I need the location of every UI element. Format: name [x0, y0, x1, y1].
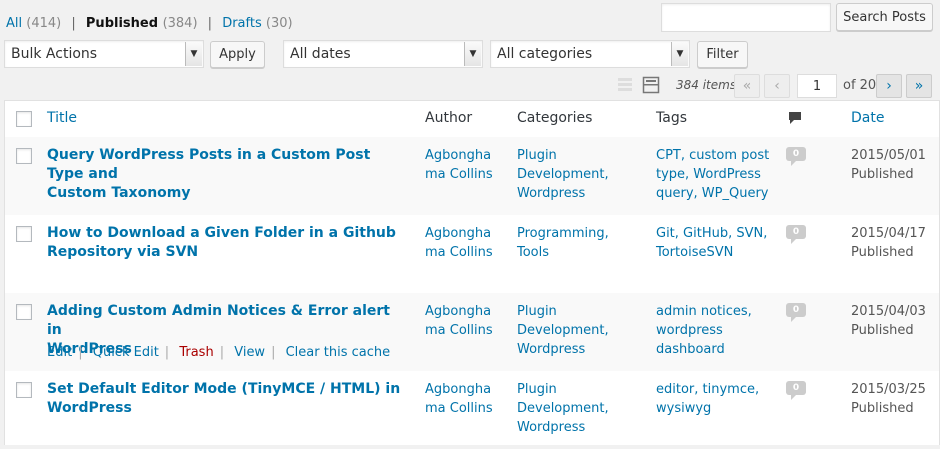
dates-select[interactable]: All dates ▼ — [283, 40, 483, 68]
post-tags[interactable]: admin notices, wordpress dashboard — [656, 302, 781, 359]
comment-count-bubble[interactable]: 0 — [786, 147, 806, 166]
row-checkbox[interactable] — [16, 148, 32, 164]
categories-value: All categories — [497, 46, 593, 62]
post-categories[interactable]: Plugin Development, Wordpress — [517, 302, 617, 359]
filter-button[interactable]: Filter — [697, 41, 748, 68]
comment-icon[interactable] — [788, 111, 802, 130]
next-page-button[interactable]: › — [876, 74, 902, 98]
quick-edit-link[interactable]: Quick Edit — [93, 345, 159, 360]
post-categories[interactable]: Programming, Tools — [517, 224, 617, 262]
chevron-down-icon: ▼ — [671, 42, 688, 66]
column-tags: Tags — [656, 110, 687, 126]
post-tags[interactable]: Git, GitHub, SVN, TortoiseSVN — [656, 224, 781, 262]
filter-all-link[interactable]: All (414) — [6, 16, 61, 31]
apply-button[interactable]: Apply — [210, 41, 265, 68]
first-page-button[interactable]: « — [734, 74, 760, 98]
page-total: of 20 — [843, 78, 877, 93]
post-author-link[interactable]: Agbongha ma Collins — [425, 146, 495, 184]
post-author-link[interactable]: Agbongha ma Collins — [425, 302, 495, 340]
view-link[interactable]: View — [234, 345, 265, 360]
chevron-down-icon: ▼ — [464, 42, 481, 66]
column-title[interactable]: Title — [47, 110, 77, 126]
post-author-link[interactable]: Agbongha ma Collins — [425, 224, 495, 262]
action-separator: | — [271, 345, 276, 360]
table-header: Title Author Categories Tags Date — [5, 101, 939, 138]
trash-link[interactable]: Trash — [179, 345, 213, 360]
row-checkbox[interactable] — [16, 304, 32, 320]
post-categories[interactable]: Plugin Development, Wordpress — [517, 146, 617, 203]
post-author-link[interactable]: Agbongha ma Collins — [425, 380, 495, 418]
comment-count-bubble[interactable]: 0 — [786, 225, 806, 244]
action-separator: | — [164, 345, 170, 360]
row-actions: Edit | Quick Edit | Trash | View | Clear thi… — [47, 345, 390, 360]
search-input[interactable] — [661, 3, 831, 32]
bulk-actions-value: Bulk Actions — [11, 46, 98, 62]
edit-link[interactable]: Edit — [47, 345, 72, 360]
post-date: 2015/04/17 Published — [851, 226, 926, 260]
comment-count-bubble[interactable]: 0 — [786, 381, 806, 400]
posts-table: Title Author Categories Tags Date Query … — [4, 100, 940, 445]
chevron-down-icon: ▼ — [185, 42, 202, 66]
table-row: How to Download a Given Folder in a Gith… — [5, 215, 939, 293]
post-title-link[interactable]: Set Default Editor Mode (TinyMCE / HTML)… — [47, 380, 407, 418]
list-view-icon[interactable] — [616, 76, 634, 94]
action-separator: | — [78, 345, 83, 360]
categories-select[interactable]: All categories ▼ — [490, 40, 690, 68]
post-tags[interactable]: CPT, custom post type, WordPress query, WP… — [656, 146, 781, 203]
bulk-actions-select[interactable]: Bulk Actions ▼ — [4, 40, 204, 68]
row-checkbox[interactable] — [16, 226, 32, 242]
filter-separator: | — [71, 16, 76, 31]
post-date: 2015/03/25 Published — [851, 382, 926, 416]
last-page-button[interactable]: » — [906, 74, 932, 98]
search-posts-button[interactable]: Search Posts — [836, 3, 933, 31]
row-checkbox[interactable] — [16, 382, 32, 398]
column-date[interactable]: Date — [851, 110, 884, 126]
dates-value: All dates — [290, 46, 351, 62]
column-categories: Categories — [517, 110, 593, 126]
comment-count-bubble[interactable]: 0 — [786, 303, 806, 322]
column-author: Author — [425, 110, 473, 126]
table-row: Set Default Editor Mode (TinyMCE / HTML)… — [5, 371, 939, 449]
excerpt-view-icon[interactable] — [642, 76, 660, 94]
filter-separator: | — [207, 16, 213, 31]
post-title-link[interactable]: Query WordPress Posts in a Custom Post T… — [47, 146, 407, 203]
items-count: 384 items — [676, 78, 737, 92]
clear-cache-link[interactable]: Clear this cache — [286, 345, 390, 360]
action-separator: | — [219, 345, 225, 360]
post-categories[interactable]: Plugin Development, Wordpress — [517, 380, 617, 437]
select-all-checkbox[interactable] — [16, 111, 32, 127]
filter-drafts-link[interactable]: Drafts (30) — [222, 16, 292, 31]
post-title-link[interactable]: How to Download a Given Folder in a Gith… — [47, 224, 407, 262]
post-date: 2015/04/03 Published — [851, 304, 926, 338]
filter-published-link[interactable]: Published (384) — [86, 16, 198, 31]
status-filter-links: All (414) | Published (384) | Drafts (30… — [6, 16, 293, 31]
table-row: Query WordPress Posts in a Custom Post T… — [5, 137, 939, 215]
current-page-input[interactable]: 1 — [797, 74, 837, 98]
post-tags[interactable]: editor, tinymce, wysiwyg — [656, 380, 781, 418]
prev-page-button[interactable]: ‹ — [764, 74, 790, 98]
post-date: 2015/05/01 Published — [851, 148, 926, 182]
table-row: Adding Custom Admin Notices & Error aler… — [5, 293, 939, 371]
